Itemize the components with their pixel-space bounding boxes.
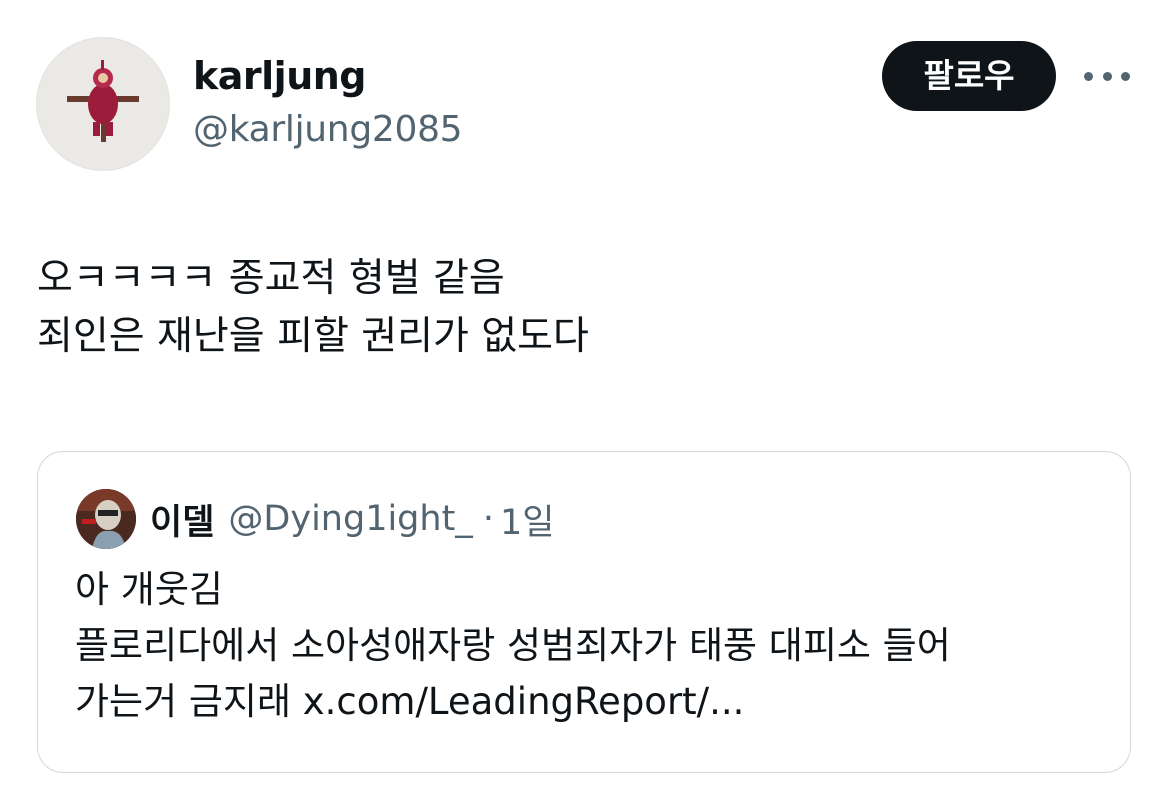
quoted-tweet-header: 이델 @Dying1ight_ · 1일	[150, 494, 554, 544]
quoted-text-line: 아 개웃김	[75, 568, 223, 611]
follow-button[interactable]: 팔로우	[882, 41, 1056, 111]
more-horizontal-icon	[1121, 71, 1130, 81]
quoted-text-line: 가는거 금지래 x.com/LeadingReport/...	[75, 680, 745, 723]
author-display-name[interactable]: karljung	[193, 50, 367, 102]
quoted-author-display-name[interactable]: 이델	[150, 494, 214, 545]
author-handle[interactable]: @karljung2085	[193, 104, 463, 156]
author-avatar[interactable]	[36, 37, 170, 171]
tweet-text: 오ㅋㅋㅋㅋ 종교적 형벌 같음 죄인은 재난을 피할 권리가 없도다	[37, 250, 1137, 366]
quoted-avatar-image	[76, 489, 136, 549]
avatar-image	[37, 38, 169, 170]
more-horizontal-icon	[1102, 71, 1112, 81]
quoted-author-handle[interactable]: @Dying1ight_	[228, 499, 472, 539]
quoted-tweet-card[interactable]: 이델 @Dying1ight_ · 1일 아 개웃김 플로리다에서 소아성애자랑…	[37, 451, 1131, 773]
more-options-button[interactable]	[1084, 58, 1130, 94]
separator-dot: ·	[482, 499, 494, 539]
more-horizontal-icon	[1084, 71, 1093, 81]
quoted-author-avatar[interactable]	[76, 489, 136, 549]
quoted-text-line: 플로리다에서 소아성애자랑 성범죄자가 태풍 대피소 들어	[75, 624, 951, 667]
tweet-text-line: 오ㅋㅋㅋㅋ 종교적 형벌 같음	[37, 256, 505, 301]
quoted-tweet-timestamp[interactable]: 1일	[500, 494, 554, 545]
quoted-tweet-text: 아 개웃김 플로리다에서 소아성애자랑 성범죄자가 태풍 대피소 들어 가는거 …	[75, 562, 1115, 730]
tweet-text-line: 죄인은 재난을 피할 권리가 없도다	[37, 314, 589, 359]
